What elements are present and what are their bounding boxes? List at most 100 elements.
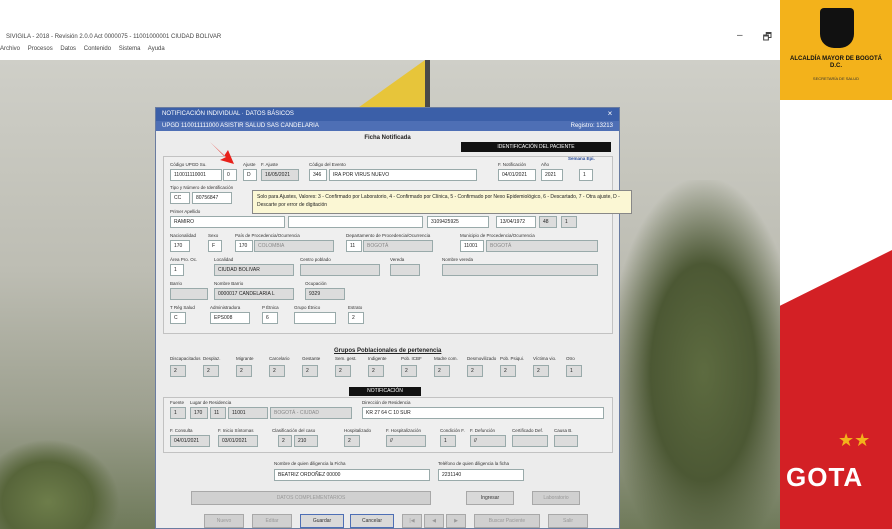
grupo-field[interactable]: 2 <box>236 365 252 377</box>
salir-button[interactable]: Salir <box>548 514 588 528</box>
sub-field[interactable]: 0 <box>223 169 237 181</box>
estrato-field[interactable]: 2 <box>348 312 364 324</box>
depto-field[interactable]: 11 <box>346 240 362 252</box>
ocupacion-label: Ocupación <box>305 281 327 286</box>
menu-datos[interactable]: Datos <box>60 46 76 52</box>
evento-field[interactable]: IRA POR VIRUS NUEVO <box>329 169 477 181</box>
localidad-field[interactable]: CIUDAD BOLIVAR <box>214 264 294 276</box>
grupo-field[interactable]: 2 <box>467 365 483 377</box>
num-id-field[interactable]: 80756847 <box>192 192 232 204</box>
f-consulta-field[interactable]: 04/01/2021 <box>170 435 210 447</box>
grupo-field[interactable]: 2 <box>170 365 186 377</box>
f-hosp-field[interactable]: // <box>386 435 426 447</box>
gota-logo: GOTA <box>786 462 864 492</box>
ocupacion-field[interactable]: 9329 <box>305 288 345 300</box>
direccion-field[interactable]: KR 27 64 C 10 SUR <box>362 407 604 419</box>
centro-poblado-field[interactable] <box>300 264 380 276</box>
grupo-field[interactable]: 1 <box>566 365 582 377</box>
grupo-field[interactable]: 2 <box>269 365 285 377</box>
f-notif-field[interactable]: 04/01/2021 <box>498 169 536 181</box>
grupo-field[interactable]: 2 <box>335 365 351 377</box>
administradora-field[interactable]: EPS008 <box>210 312 250 324</box>
tipo-reg-field[interactable]: C <box>170 312 186 324</box>
grupos-title: Grupos Poblacionales de pertenencia <box>334 348 442 354</box>
vereda-field[interactable] <box>390 264 420 276</box>
pais-field[interactable]: 170 <box>235 240 253 252</box>
grupo-field[interactable]: 2 <box>533 365 549 377</box>
flag-image <box>355 60 425 110</box>
prev-record-button[interactable]: ◀ <box>424 514 444 528</box>
f-defuncion-field[interactable]: // <box>470 435 506 447</box>
menu-sistema[interactable]: Sistema <box>119 46 141 52</box>
first-record-button[interactable]: |◀ <box>402 514 422 528</box>
notificador-telefono-field[interactable]: 2231140 <box>438 469 524 481</box>
fuente-field[interactable]: 1 <box>170 407 186 419</box>
notificador-nombre-field[interactable]: BEATRIZ ORDOÑEZ 00000 <box>274 469 430 481</box>
nacionalidad-field[interactable]: 170 <box>170 240 190 252</box>
nuevo-button[interactable]: Nuevo <box>204 514 244 528</box>
lugar-residencia-label: Lugar de Residencia <box>190 400 232 405</box>
condicion-field[interactable]: 1 <box>440 435 456 447</box>
menu-ayuda[interactable]: Ayuda <box>148 46 165 52</box>
dialog-titlebar: NOTIFICACIÓN INDIVIDUAL · DATOS BÁSICOS … <box>156 108 619 121</box>
notificador-telefono-label: Teléfono de quien diligencia la ficha <box>438 461 510 466</box>
notificador-nombre-label: Nombre de quien diligencia la Ficha <box>274 461 346 466</box>
menu-contenido[interactable]: Contenido <box>84 46 111 52</box>
clasif-cod-field[interactable]: 210 <box>294 435 318 447</box>
buscar-paciente-button[interactable]: Buscar Paciente <box>474 514 540 528</box>
f-hosp-label: F. Hospitalización <box>386 428 422 433</box>
grupo-field[interactable]: 2 <box>500 365 516 377</box>
hospitalizado-field[interactable]: 2 <box>344 435 360 447</box>
grupo-field[interactable]: 2 <box>203 365 219 377</box>
codigo-upgd-field[interactable]: 110011110001 <box>170 169 222 181</box>
grupo-field[interactable]: 2 <box>368 365 384 377</box>
f-inicio-field[interactable]: 03/01/2021 <box>218 435 258 447</box>
next-record-button[interactable]: ▶ <box>446 514 466 528</box>
laboratorio-button[interactable]: Laboratorio <box>532 491 580 505</box>
primer-apellido-field[interactable]: RAMIRO <box>170 216 285 228</box>
tipo-id-field[interactable]: CC <box>170 192 190 204</box>
edad-field[interactable]: 48 <box>539 216 557 228</box>
uni-med-field[interactable]: 1 <box>561 216 577 228</box>
sexo-field[interactable]: F <box>208 240 222 252</box>
menu-procesos[interactable]: Procesos <box>28 46 53 52</box>
restore-button[interactable]: 🗗 <box>763 30 772 47</box>
municipio-field[interactable]: 11001 <box>460 240 484 252</box>
grupo-field[interactable]: 2 <box>434 365 450 377</box>
editar-button[interactable]: Editar <box>252 514 292 528</box>
area-field[interactable]: 1 <box>170 264 184 276</box>
grupo-etnico-field[interactable] <box>294 312 336 324</box>
grupo-field[interactable]: 2 <box>401 365 417 377</box>
datos-complementarios-button[interactable]: DATOS COMPLEMENTARIOS <box>191 491 431 505</box>
ingresar-button[interactable]: Ingresar <box>466 491 514 505</box>
clasificacion-field[interactable]: 2 <box>278 435 292 447</box>
causa-field[interactable] <box>554 435 578 447</box>
nombre-vereda-field[interactable] <box>442 264 598 276</box>
centro-poblado-label: Centro poblado <box>300 257 331 262</box>
grupo-field[interactable]: 2 <box>302 365 318 377</box>
cancelar-button[interactable]: Cancelar <box>350 514 394 528</box>
menu-archivo[interactable]: Archivo <box>0 46 20 52</box>
res-mpio-field[interactable]: 11001 <box>228 407 268 419</box>
semana-field[interactable]: 1 <box>579 169 593 181</box>
cert-def-field[interactable] <box>512 435 548 447</box>
res-depto-field[interactable]: 11 <box>210 407 226 419</box>
res-pais-field[interactable]: 170 <box>190 407 208 419</box>
anio-field[interactable]: 2021 <box>541 169 563 181</box>
administradora-label: Administradora <box>210 305 241 310</box>
barrio-field[interactable] <box>170 288 208 300</box>
f-nac-field[interactable]: 13/04/1972 <box>496 216 536 228</box>
guardar-button[interactable]: Guardar <box>300 514 344 528</box>
notification-dialog: NOTIFICACIÓN INDIVIDUAL · DATOS BÁSICOS … <box>155 107 620 529</box>
grupo-label: Sem. gest. <box>335 356 357 361</box>
pertenencia-field[interactable]: 6 <box>262 312 278 324</box>
nombre-barrio-field[interactable]: 0000017 CANDELARIA L <box>214 288 294 300</box>
ajuste-field[interactable]: D <box>243 169 257 181</box>
cod-evento-field[interactable]: 346 <box>309 169 327 181</box>
telefono-field[interactable]: 3109425925 <box>427 216 489 228</box>
segundo-apellido-field[interactable] <box>288 216 423 228</box>
close-icon[interactable]: × <box>605 109 615 119</box>
minimize-button[interactable]: – <box>737 30 743 47</box>
f-ajuste-field[interactable]: 16/05/2021 <box>261 169 299 181</box>
window-titlebar: SIVIGILA - 2018 - Revisión 2.0.0 Act 000… <box>0 0 780 52</box>
